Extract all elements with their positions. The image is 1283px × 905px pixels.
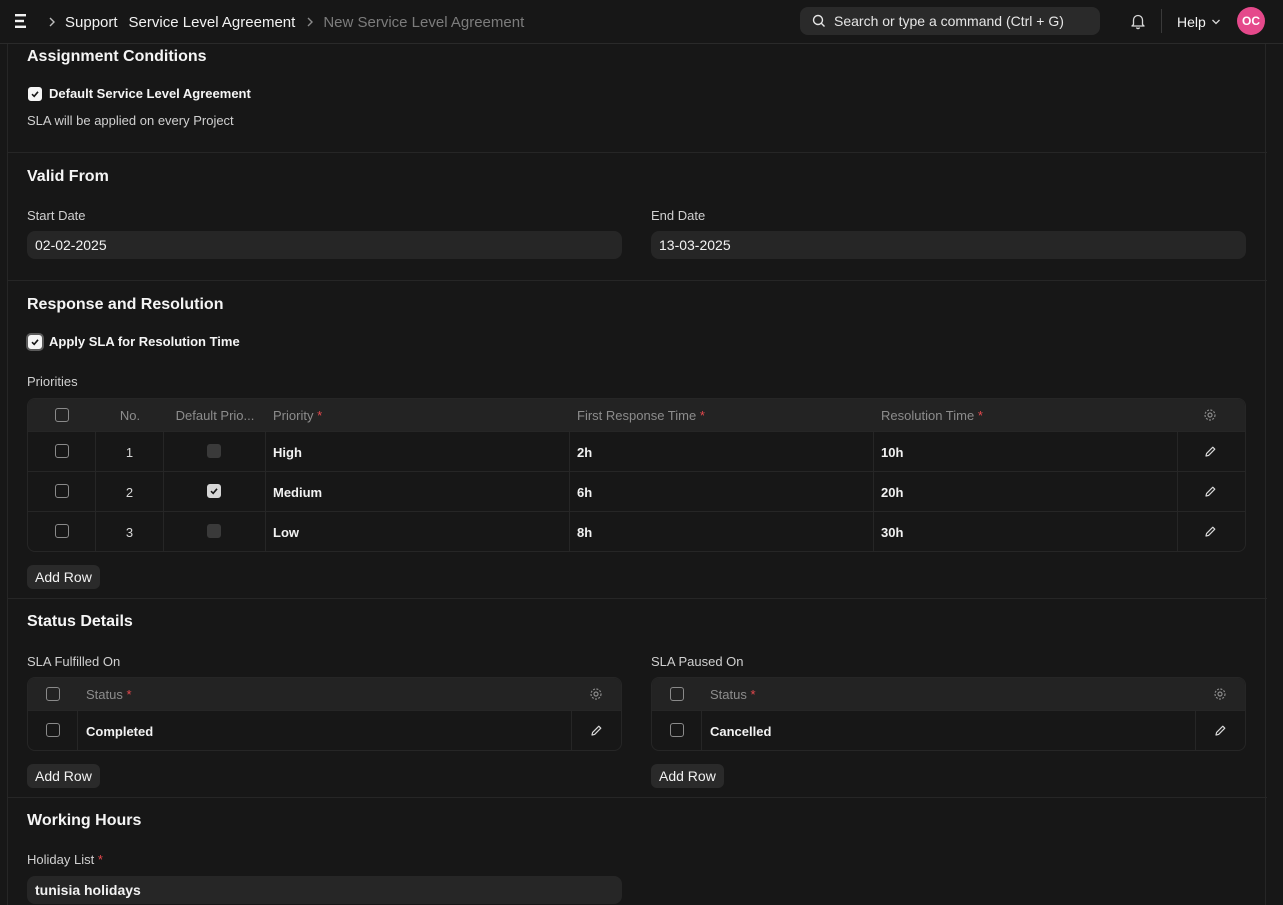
section-title: Response and Resolution (27, 296, 224, 313)
priority-cell[interactable]: High (273, 432, 302, 472)
resolution-cell[interactable]: 20h (881, 472, 903, 512)
search-icon (812, 14, 825, 27)
table-row[interactable]: Completed (28, 710, 621, 750)
edit-icon[interactable] (1204, 445, 1217, 458)
default-priority-checkbox[interactable] (207, 484, 221, 498)
row-checkbox[interactable] (46, 723, 60, 737)
check-icon (210, 488, 218, 495)
edit-icon[interactable] (1204, 525, 1217, 538)
apply-sla-checkbox[interactable] (28, 335, 42, 349)
edit-icon[interactable] (590, 724, 603, 737)
section-response-resolution: Response and Resolution Apply SLA for Re… (8, 281, 1267, 599)
section-working-hours: Working Hours Holiday List * tunisia hol… (8, 798, 1267, 905)
edit-icon[interactable] (1214, 724, 1227, 737)
table-header: Status * (652, 678, 1245, 710)
help-label: Help (1177, 14, 1206, 30)
section-title: Status Details (27, 613, 133, 630)
holiday-list-label: Holiday List * (27, 852, 103, 867)
chevron-right-icon (48, 17, 56, 27)
col-resolution: Resolution Time * (881, 407, 983, 423)
section-title: Working Hours (27, 812, 142, 829)
first-response-cell[interactable]: 2h (577, 432, 592, 472)
navbar-divider (1161, 9, 1162, 33)
col-default-priority: Default Prio... (175, 407, 255, 423)
search-bar[interactable]: Search or type a command (Ctrl + G) (800, 7, 1100, 35)
breadcrumb-service-level-agreement[interactable]: Service Level Agreement (129, 14, 296, 31)
default-sla-checkbox[interactable] (28, 87, 42, 101)
gear-icon[interactable] (1213, 687, 1227, 701)
row-no: 2 (125, 484, 134, 500)
sla-paused-label: SLA Paused On (651, 654, 744, 669)
breadcrumb: Support Service Level Agreement New Serv… (48, 0, 535, 44)
row-no: 3 (125, 524, 134, 540)
table-header: Status * (28, 678, 621, 710)
sla-fulfilled-label: SLA Fulfilled On (27, 654, 121, 669)
app-logo-icon[interactable] (14, 13, 28, 29)
resolution-cell[interactable]: 10h (881, 432, 903, 472)
col-priority: Priority * (273, 407, 323, 423)
gear-icon[interactable] (589, 687, 603, 701)
priority-cell[interactable]: Medium (273, 472, 322, 512)
table-row[interactable]: 2 Medium 6h 20h (28, 471, 1245, 511)
priorities-table: No. Default Prio... Priority * First Res… (27, 398, 1246, 552)
default-priority-checkbox[interactable] (207, 444, 221, 458)
breadcrumb-support[interactable]: Support (65, 14, 118, 31)
col-first-response: First Response Time * (577, 407, 705, 423)
row-checkbox[interactable] (670, 723, 684, 737)
breadcrumb-current: New Service Level Agreement (323, 13, 525, 31)
section-valid-from: Valid From Start Date 02-02-2025 End Dat… (8, 153, 1267, 281)
search-placeholder: Search or type a command (Ctrl + G) (834, 13, 1064, 29)
select-all-checkbox[interactable] (55, 408, 69, 422)
chevron-right-icon (306, 17, 314, 27)
status-cell[interactable]: Completed (86, 711, 153, 750)
check-icon (31, 91, 39, 98)
check-icon (31, 339, 39, 346)
row-no: 1 (125, 444, 134, 460)
table-header: No. Default Prio... Priority * First Res… (28, 399, 1245, 431)
apply-sla-label: Apply SLA for Resolution Time (49, 334, 240, 349)
sla-paused-table: Status * Cancelled (651, 677, 1246, 751)
add-paused-row-button[interactable]: Add Row (651, 764, 724, 788)
select-all-checkbox[interactable] (670, 687, 684, 701)
first-response-cell[interactable]: 6h (577, 472, 592, 512)
sla-note: SLA will be applied on every Project (27, 113, 234, 128)
resolution-cell[interactable]: 30h (881, 512, 903, 551)
col-status: Status * (86, 686, 132, 702)
add-priority-row-button[interactable]: Add Row (27, 565, 100, 589)
status-cell[interactable]: Cancelled (710, 711, 771, 750)
row-checkbox[interactable] (55, 524, 69, 538)
edit-icon[interactable] (1204, 485, 1217, 498)
table-row[interactable]: 3 Low 8h 30h (28, 511, 1245, 551)
avatar[interactable]: OC (1237, 7, 1265, 35)
first-response-cell[interactable]: 8h (577, 512, 592, 551)
section-assignment-conditions: Assignment Conditions Default Service Le… (8, 44, 1267, 153)
priority-cell[interactable]: Low (273, 512, 299, 551)
holiday-list-input[interactable]: tunisia holidays (27, 876, 622, 904)
section-status-details: Status Details SLA Fulfilled On SLA Paus… (8, 599, 1267, 798)
table-row[interactable]: Cancelled (652, 710, 1245, 750)
bell-icon[interactable] (1129, 12, 1147, 30)
default-priority-checkbox[interactable] (207, 524, 221, 538)
end-date-input[interactable]: 13-03-2025 (651, 231, 1246, 259)
help-menu[interactable]: Help (1177, 0, 1221, 44)
add-fulfilled-row-button[interactable]: Add Row (27, 764, 100, 788)
start-date-label: Start Date (27, 208, 86, 223)
section-title: Assignment Conditions (27, 48, 207, 65)
chevron-down-icon (1211, 19, 1220, 25)
section-title: Valid From (27, 168, 109, 185)
gear-icon[interactable] (1203, 408, 1217, 422)
end-date-label: End Date (651, 208, 706, 223)
start-date-input[interactable]: 02-02-2025 (27, 231, 622, 259)
sla-fulfilled-table: Status * Completed (27, 677, 622, 751)
priorities-label: Priorities (27, 374, 78, 389)
row-checkbox[interactable] (55, 444, 69, 458)
default-sla-label: Default Service Level Agreement (49, 86, 251, 101)
table-row[interactable]: 1 High 2h 10h (28, 431, 1245, 471)
select-all-checkbox[interactable] (46, 687, 60, 701)
form-content: Assignment Conditions Default Service Le… (7, 44, 1267, 905)
col-status: Status * (710, 686, 756, 702)
navbar: Support Service Level Agreement New Serv… (0, 0, 1283, 44)
row-checkbox[interactable] (55, 484, 69, 498)
col-no: No. (119, 407, 141, 423)
